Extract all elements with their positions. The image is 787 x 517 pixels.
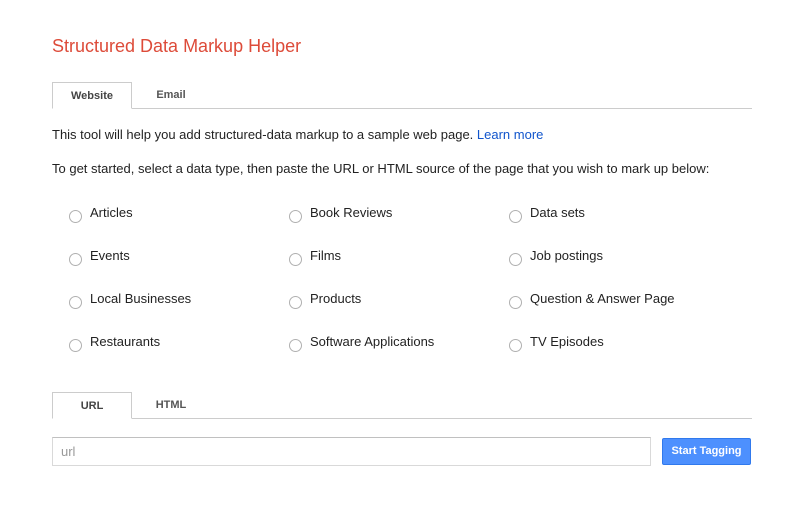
radio-button[interactable] (289, 252, 302, 266)
intro-sentence: This tool will help you add structured-d… (52, 127, 474, 142)
tab-html[interactable]: HTML (132, 392, 210, 418)
tab-website[interactable]: Website (52, 82, 132, 109)
option-label: Events (90, 248, 130, 263)
data-type-option-restaurants[interactable]: Restaurants (69, 333, 160, 353)
data-type-option-events[interactable]: Events (69, 247, 130, 267)
option-label: Book Reviews (310, 205, 393, 220)
radio-button[interactable] (69, 209, 82, 223)
radio-button[interactable] (69, 295, 82, 309)
option-label: Local Businesses (90, 291, 192, 306)
markup-helper-page: Structured Data Markup Helper Website Em… (0, 0, 787, 517)
start-tagging-button[interactable]: Start Tagging (662, 438, 751, 465)
page-title: Structured Data Markup Helper (52, 36, 302, 56)
data-type-option-book-reviews[interactable]: Book Reviews (289, 204, 392, 224)
option-label: TV Episodes (530, 334, 604, 349)
option-label: Data sets (530, 205, 585, 220)
option-label: Question & Answer Page (530, 291, 675, 306)
source-tab-bar: URL HTML (52, 392, 752, 419)
option-label: Restaurants (90, 334, 161, 349)
option-label: Job postings (530, 248, 603, 263)
url-input[interactable] (52, 437, 651, 466)
option-label: Products (310, 291, 362, 306)
learn-more-link[interactable]: Learn more (477, 127, 543, 142)
data-type-option-products[interactable]: Products (289, 290, 361, 310)
option-label: Articles (90, 205, 133, 220)
mode-tab-bar: Website Email (52, 82, 752, 109)
intro-text: This tool will help you add structured-d… (52, 127, 543, 143)
data-type-option-films[interactable]: Films (289, 247, 341, 267)
data-type-option-question-answer-page[interactable]: Question & Answer Page (509, 290, 675, 310)
instructions-text: To get started, select a data type, then… (52, 161, 710, 176)
radio-button[interactable] (289, 209, 302, 223)
radio-button[interactable] (69, 252, 82, 266)
data-type-option-job-postings[interactable]: Job postings (509, 247, 603, 267)
radio-button[interactable] (289, 338, 302, 352)
data-type-option-articles[interactable]: Articles (69, 204, 133, 224)
radio-button[interactable] (289, 295, 302, 309)
radio-button[interactable] (509, 252, 522, 266)
option-label: Software Applications (310, 334, 435, 349)
tab-email[interactable]: Email (132, 82, 210, 108)
radio-button[interactable] (69, 338, 82, 352)
option-label: Films (310, 248, 342, 263)
radio-button[interactable] (509, 338, 522, 352)
data-type-option-local-businesses[interactable]: Local Businesses (69, 290, 191, 310)
radio-button[interactable] (509, 295, 522, 309)
data-type-option-software-applications[interactable]: Software Applications (289, 333, 434, 353)
radio-button[interactable] (509, 209, 522, 223)
data-type-option-tv-episodes[interactable]: TV Episodes (509, 333, 604, 353)
data-type-option-data-sets[interactable]: Data sets (509, 204, 585, 224)
tab-url[interactable]: URL (52, 392, 132, 419)
